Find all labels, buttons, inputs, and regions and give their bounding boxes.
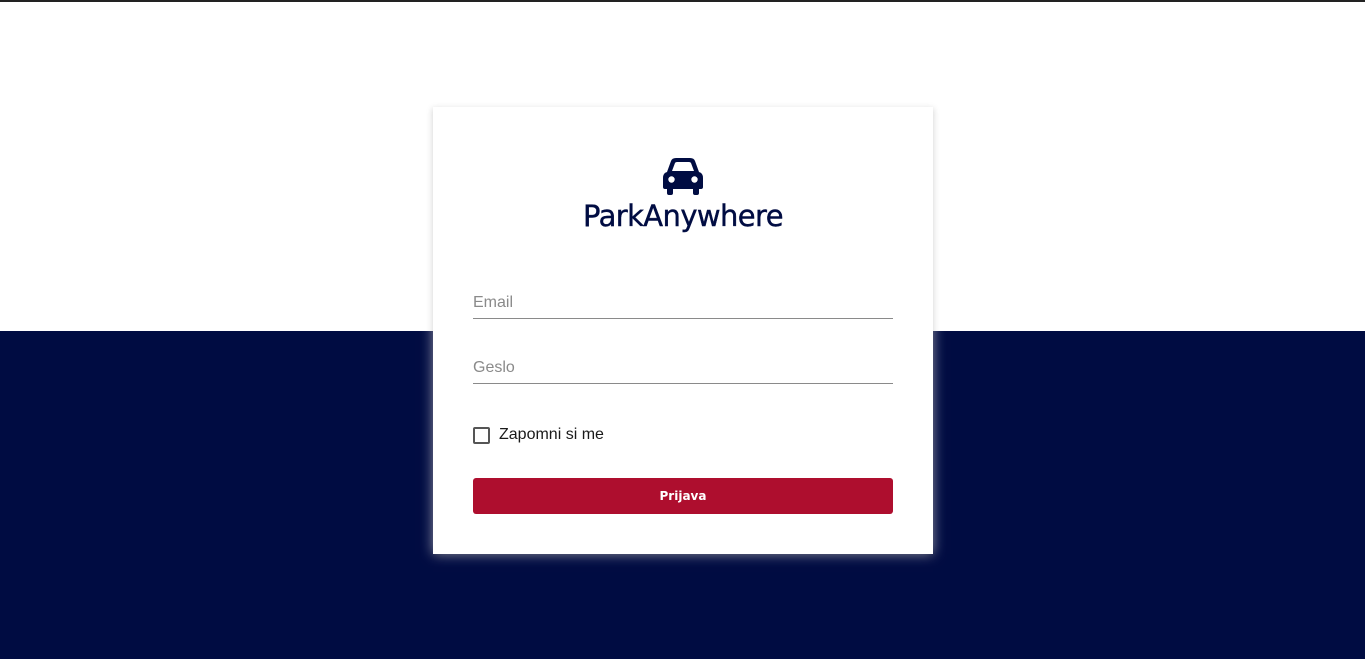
remember-me-label: Zapomni si me <box>499 426 604 443</box>
login-card: ParkAnywhere Zapomni si me Prijava <box>433 107 933 554</box>
top-border <box>0 0 1365 2</box>
login-button[interactable]: Prijava <box>473 478 893 514</box>
remember-me-checkbox[interactable]: Zapomni si me <box>473 426 604 444</box>
car-icon <box>663 158 703 195</box>
email-field[interactable] <box>473 288 893 319</box>
password-field[interactable] <box>473 353 893 384</box>
login-page: ParkAnywhere Zapomni si me Prijava <box>0 0 1365 659</box>
checkbox-box[interactable] <box>473 426 490 444</box>
brand-name: ParkAnywhere <box>583 199 784 233</box>
